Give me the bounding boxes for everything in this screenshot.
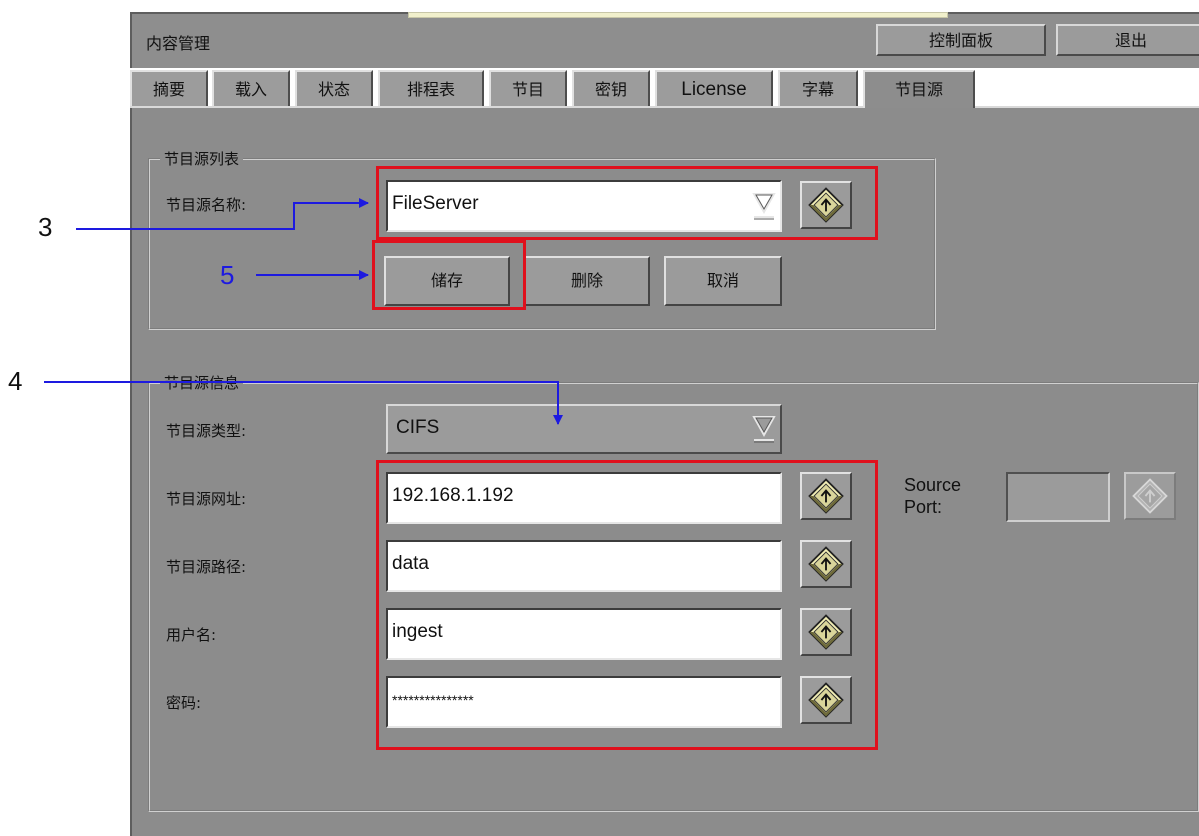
annotation-number-4: 4 bbox=[8, 366, 23, 396]
source-port-label-line2: Port: bbox=[904, 497, 943, 517]
source-type-select[interactable]: CIFS bbox=[386, 404, 782, 454]
annotation-number-5: 5 bbox=[220, 260, 235, 290]
source-port-input bbox=[1006, 472, 1110, 522]
tab-program-source[interactable]: 节目源 bbox=[863, 70, 975, 110]
source-type-label: 节目源类型: bbox=[166, 422, 247, 440]
tab-summary[interactable]: 摘要 bbox=[130, 70, 208, 108]
username-label: 用户名: bbox=[166, 626, 217, 644]
tab-subtitles[interactable]: 字幕 bbox=[778, 70, 858, 108]
keyboard-diamond-icon bbox=[1124, 472, 1176, 520]
dropdown-triangle-icon[interactable] bbox=[752, 414, 776, 444]
source-info-title: 节目源信息 bbox=[160, 372, 244, 393]
source-address-label: 节目源网址: bbox=[166, 490, 247, 508]
password-label: 密码: bbox=[166, 694, 202, 712]
source-list-title: 节目源列表 bbox=[160, 148, 244, 169]
highlight-box-source-name bbox=[376, 166, 878, 240]
highlight-box-save bbox=[372, 240, 526, 310]
tab-status[interactable]: 状态 bbox=[295, 70, 373, 108]
tab-keys[interactable]: 密钥 bbox=[572, 70, 650, 108]
source-name-label: 节目源名称: bbox=[166, 196, 247, 214]
delete-button[interactable]: 删除 bbox=[524, 256, 650, 306]
tab-program[interactable]: 节目 bbox=[489, 70, 567, 108]
source-port-label-line1: Source bbox=[904, 475, 962, 495]
exit-button[interactable]: 退出 bbox=[1056, 24, 1199, 56]
highlight-box-source-info bbox=[376, 460, 878, 750]
tab-schedule[interactable]: 排程表 bbox=[378, 70, 484, 108]
tab-license[interactable]: License bbox=[655, 70, 773, 108]
source-port-label: Source Port: bbox=[904, 474, 961, 518]
annotation-number-3: 3 bbox=[38, 212, 53, 242]
app-title: 内容管理 bbox=[146, 34, 211, 53]
control-panel-button[interactable]: 控制面板 bbox=[876, 24, 1046, 56]
tab-load[interactable]: 载入 bbox=[212, 70, 290, 108]
source-path-label: 节目源路径: bbox=[166, 558, 247, 576]
cancel-button[interactable]: 取消 bbox=[664, 256, 782, 306]
title-strip bbox=[408, 12, 948, 18]
